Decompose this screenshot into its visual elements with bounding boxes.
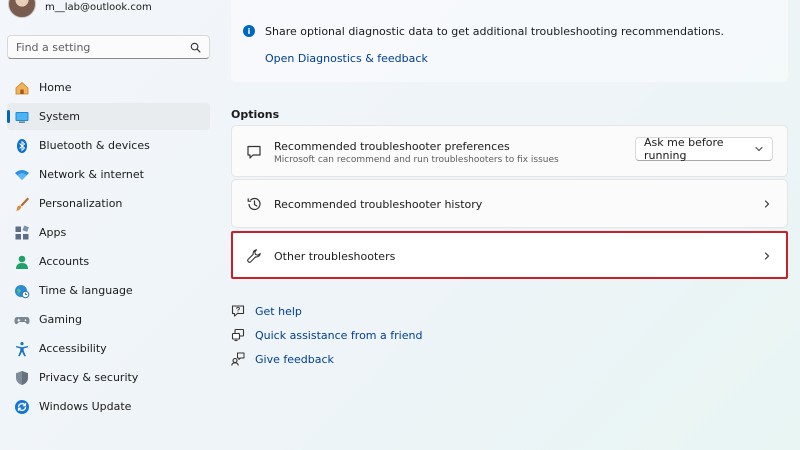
sidebar-item-label: Accounts xyxy=(39,255,90,268)
diagnostics-message: Share optional diagnostic data to get ad… xyxy=(265,25,725,38)
link-label: Get help xyxy=(255,304,302,318)
history-title: Recommended troubleshooter history xyxy=(274,198,483,211)
sidebar-item-personalization[interactable]: Personalization xyxy=(7,190,210,217)
troubleshooter-preferences-card: Recommended troubleshooter preferences M… xyxy=(231,125,788,177)
sidebar-item-home[interactable]: Home xyxy=(7,74,210,101)
sidebar-item-label: Windows Update xyxy=(39,400,132,413)
user-profile[interactable]: m__lab@outlook.com xyxy=(8,0,152,18)
dropdown-value: Ask me before running xyxy=(644,136,724,162)
quick-assistance-link[interactable]: Quick assistance from a friend xyxy=(231,328,422,342)
get-help-link[interactable]: Get help xyxy=(231,304,302,318)
help-icon xyxy=(231,304,245,318)
search-icon[interactable] xyxy=(189,41,201,53)
main-content: i Share optional diagnostic data to get … xyxy=(231,0,790,450)
chevron-right-icon xyxy=(764,200,770,208)
sidebar-item-label: Bluetooth & devices xyxy=(39,139,150,152)
link-label: Give feedback xyxy=(255,352,334,366)
sidebar-item-privacy-security[interactable]: Privacy & security xyxy=(7,364,210,391)
home-icon xyxy=(14,80,30,96)
diagnostics-card: i Share optional diagnostic data to get … xyxy=(231,0,788,82)
chat-bubble-icon xyxy=(245,143,263,161)
info-icon: i xyxy=(243,25,255,37)
sidebar-item-accounts[interactable]: Accounts xyxy=(7,248,210,275)
system-icon xyxy=(14,109,30,125)
preferences-subtitle: Microsoft can recommend and run troubles… xyxy=(274,155,559,165)
other-troubleshooters-title: Other troubleshooters xyxy=(274,250,396,263)
sidebar-item-bluetooth-devices[interactable]: Bluetooth & devices xyxy=(7,132,210,159)
sidebar-item-network-internet[interactable]: Network & internet xyxy=(7,161,210,188)
history-icon xyxy=(245,195,263,213)
accessibility-icon xyxy=(14,341,30,357)
sidebar-item-label: Home xyxy=(39,81,72,94)
bluetooth-icon xyxy=(14,138,30,154)
brush-icon xyxy=(14,196,30,212)
update-icon xyxy=(14,399,30,415)
gamepad-icon xyxy=(14,312,30,328)
chevron-right-icon xyxy=(764,252,770,260)
wrench-icon xyxy=(245,247,263,265)
avatar[interactable] xyxy=(8,0,36,18)
sidebar-item-gaming[interactable]: Gaming xyxy=(7,306,210,333)
troubleshooter-history-card[interactable]: Recommended troubleshooter history xyxy=(231,179,788,228)
wifi-icon xyxy=(14,167,30,183)
shield-icon xyxy=(14,370,30,386)
sidebar-item-label: Gaming xyxy=(39,313,82,326)
other-troubleshooters-card[interactable]: Other troubleshooters xyxy=(231,232,788,278)
sidebar-item-label: Accessibility xyxy=(39,342,107,355)
sidebar-item-time-language[interactable]: Time & language xyxy=(7,277,210,304)
search-box[interactable]: Find a setting xyxy=(7,35,210,59)
sidebar-item-label: Personalization xyxy=(39,197,123,210)
quick-assist-icon xyxy=(231,328,245,342)
preferences-title: Recommended troubleshooter preferences xyxy=(274,140,510,153)
sidebar-item-accessibility[interactable]: Accessibility xyxy=(7,335,210,362)
give-feedback-link[interactable]: Give feedback xyxy=(231,352,334,366)
sidebar-item-label: System xyxy=(39,110,81,123)
troubleshooter-preference-dropdown[interactable]: Ask me before running xyxy=(635,136,773,162)
sidebar-item-system[interactable]: System xyxy=(7,103,210,130)
accounts-icon xyxy=(14,254,30,270)
feedback-icon xyxy=(231,352,245,366)
search-input[interactable]: Find a setting xyxy=(16,41,189,54)
globe-clock-icon xyxy=(14,283,30,299)
open-diagnostics-link[interactable]: Open Diagnostics & feedback xyxy=(265,52,428,65)
apps-icon xyxy=(14,224,30,241)
user-email: m__lab@outlook.com xyxy=(45,1,152,13)
chevron-down-icon xyxy=(755,146,763,152)
link-label: Quick assistance from a friend xyxy=(255,328,423,342)
sidebar-nav: Home System Bluetooth & devices Network … xyxy=(7,74,210,422)
sidebar-item-apps[interactable]: Apps xyxy=(7,219,210,246)
sidebar-item-label: Network & internet xyxy=(39,168,144,181)
sidebar-item-windows-update[interactable]: Windows Update xyxy=(7,393,210,420)
sidebar-item-label: Apps xyxy=(39,226,67,239)
sidebar-item-label: Time & language xyxy=(39,284,133,297)
sidebar: m__lab@outlook.com Find a setting Home S… xyxy=(0,0,220,450)
sidebar-item-label: Privacy & security xyxy=(39,371,139,384)
options-section-title: Options xyxy=(231,108,280,121)
